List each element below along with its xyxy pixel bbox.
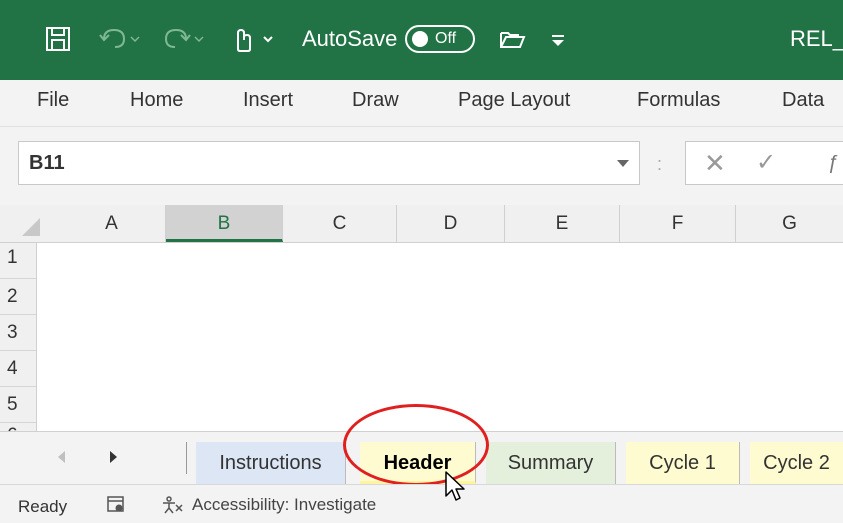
scroll-tabs-left-icon[interactable] xyxy=(58,451,65,463)
save-icon[interactable] xyxy=(44,22,72,56)
formula-bar-grip: : xyxy=(657,154,663,174)
cell-grid[interactable] xyxy=(37,243,843,431)
sheet-tab-cycle-2[interactable]: Cycle 2 xyxy=(750,442,843,484)
name-box[interactable]: B11 xyxy=(18,141,640,185)
tab-separator xyxy=(186,442,187,474)
ribbon-tabs: File Home Insert Draw Page Layout Formul… xyxy=(0,80,843,127)
touch-mode-icon[interactable] xyxy=(228,22,282,56)
row-header-2[interactable]: 2 xyxy=(0,279,36,315)
row-headers: 1 2 3 4 5 6 xyxy=(0,243,37,431)
column-header-f[interactable]: F xyxy=(620,205,736,242)
column-header-c[interactable]: C xyxy=(283,205,397,242)
mouse-pointer-icon xyxy=(444,470,470,509)
chevron-down-icon[interactable] xyxy=(617,160,629,167)
undo-icon[interactable] xyxy=(98,22,142,56)
row-header-6[interactable]: 6 xyxy=(0,423,36,431)
column-header-g[interactable]: G xyxy=(736,205,843,242)
formula-controls: ✕ ✓ ƒ xyxy=(685,141,843,185)
scroll-tabs-right-icon[interactable] xyxy=(110,451,117,463)
enter-icon[interactable]: ✓ xyxy=(756,148,776,177)
document-title: REL_H xyxy=(790,26,843,51)
sheet-tab-cycle-1[interactable]: Cycle 1 xyxy=(626,442,740,484)
folder-open-icon[interactable] xyxy=(498,22,526,56)
autosave-state: Off xyxy=(435,30,457,47)
row-header-4[interactable]: 4 xyxy=(0,351,36,387)
redo-icon[interactable] xyxy=(162,22,206,56)
sheet-tab-instructions[interactable]: Instructions xyxy=(196,442,346,484)
menu-draw[interactable]: Draw xyxy=(352,89,399,112)
formula-bar-area: B11 : ✕ ✓ ƒ xyxy=(0,127,843,205)
macro-record-icon[interactable] xyxy=(106,495,126,520)
insert-function-icon[interactable]: ƒ xyxy=(828,152,839,175)
column-header-b[interactable]: B xyxy=(166,205,283,242)
customize-qat-icon[interactable] xyxy=(548,22,568,56)
menu-page-layout[interactable]: Page Layout xyxy=(458,89,570,112)
select-all-triangle-icon xyxy=(22,218,40,236)
row-header-3[interactable]: 3 xyxy=(0,315,36,351)
cancel-icon[interactable]: ✕ xyxy=(704,148,726,179)
menu-file[interactable]: File xyxy=(37,89,69,112)
row-header-1[interactable]: 1 xyxy=(0,243,36,279)
toggle-knob xyxy=(412,31,428,47)
accessibility-status[interactable]: Accessibility: Investigate xyxy=(192,495,376,515)
column-headers: A B C D E F G xyxy=(0,205,843,243)
name-box-value: B11 xyxy=(29,152,65,174)
menu-data[interactable]: Data xyxy=(782,89,824,112)
sheet-tab-summary[interactable]: Summary xyxy=(486,442,616,484)
autosave-label: AutoSave xyxy=(302,26,398,51)
select-all-button[interactable] xyxy=(0,205,58,242)
menu-insert[interactable]: Insert xyxy=(243,89,293,112)
column-header-d[interactable]: D xyxy=(397,205,505,242)
accessibility-icon[interactable] xyxy=(160,495,186,520)
menu-formulas[interactable]: Formulas xyxy=(637,89,720,112)
menu-home[interactable]: Home xyxy=(130,89,183,112)
status-ready: Ready xyxy=(18,497,68,516)
row-header-5[interactable]: 5 xyxy=(0,387,36,423)
title-bar: AutoSave Off REL_H xyxy=(0,0,843,80)
autosave-toggle[interactable]: Off xyxy=(405,25,475,53)
status-bar: Ready Accessibility: Investigate xyxy=(0,484,843,523)
column-header-e[interactable]: E xyxy=(505,205,620,242)
column-header-a[interactable]: A xyxy=(58,205,166,242)
